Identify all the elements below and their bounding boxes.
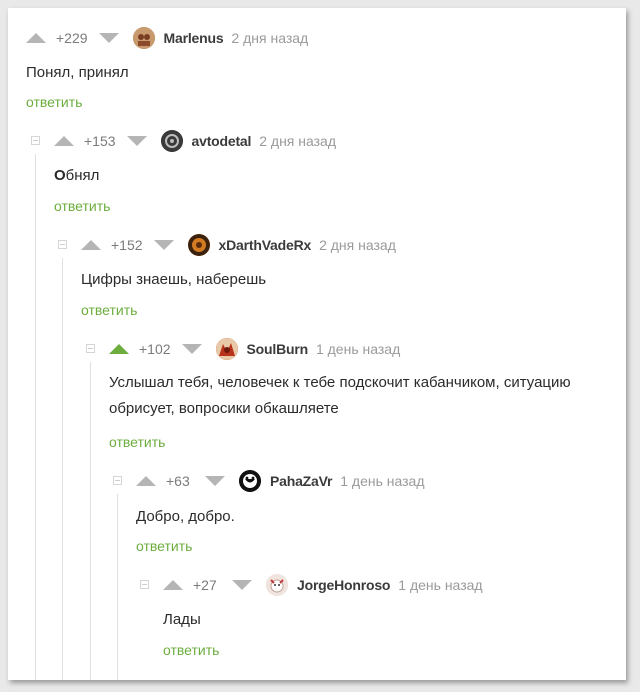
comment-header: +27 JorgeHonroso 1 день назад (163, 573, 483, 597)
downvote-icon[interactable] (205, 476, 225, 486)
upvote-icon[interactable] (26, 33, 46, 43)
avatar[interactable] (187, 234, 210, 256)
username[interactable]: JorgeHonroso (297, 577, 390, 593)
comment-text: Цифры знаешь, наберешь (81, 271, 267, 288)
avatar[interactable] (239, 470, 261, 492)
comment-text-bold: О (54, 167, 66, 184)
username[interactable]: avtodetal (192, 133, 252, 149)
avatar[interactable] (160, 130, 183, 152)
avatar[interactable] (215, 338, 238, 360)
comment-header: +229 Marlenus 2 дня назад (26, 26, 308, 50)
comment-text: Обнял (54, 163, 99, 189)
collapse-toggle[interactable] (113, 476, 122, 485)
comment-header: +152 xDarthVadeRx 2 дня назад (81, 233, 396, 257)
comment-header: +153 avtodetal 2 дня назад (54, 129, 336, 153)
comment-thread: +229 Marlenus 2 дня назад Понял, принял … (8, 8, 626, 680)
avatar[interactable] (266, 574, 288, 596)
avatar-image (266, 574, 288, 596)
comment-text: Услышал тебя, человечек к тебе подскочит… (109, 370, 619, 422)
comment-rating: +27 (193, 577, 217, 593)
comment-text: Лады (163, 611, 201, 628)
avatar-image (187, 234, 210, 256)
reply-link[interactable]: ответить (81, 302, 137, 318)
downvote-icon[interactable] (126, 136, 147, 146)
upvote-icon[interactable] (81, 240, 101, 250)
username[interactable]: SoulBurn (247, 341, 309, 357)
thread-line (62, 258, 63, 680)
comment-text: Понял, принял (26, 64, 129, 81)
comment-text-rest: бнял (65, 167, 100, 184)
avatar-image (160, 130, 183, 152)
upvote-icon[interactable] (136, 476, 156, 486)
comment-time[interactable]: 1 день назад (316, 341, 400, 357)
comment-rating: +153 (84, 133, 116, 149)
comment-rating: +229 (56, 30, 88, 46)
username[interactable]: Marlenus (164, 30, 224, 46)
comment-rating: +152 (111, 237, 143, 253)
upvote-icon[interactable] (54, 136, 74, 146)
reply-link[interactable]: ответить (109, 434, 165, 450)
username[interactable]: xDarthVadeRx (219, 237, 312, 253)
comment-rating: +102 (139, 341, 171, 357)
avatar-image (215, 338, 238, 360)
downvote-icon[interactable] (181, 344, 202, 354)
reply-link[interactable]: ответить (163, 642, 219, 658)
avatar-image (239, 470, 261, 492)
comment-text-line: Услышал тебя, человечек к тебе подскочит… (109, 374, 571, 391)
thread-line (90, 362, 91, 680)
collapse-toggle[interactable] (140, 580, 149, 589)
comment-time[interactable]: 2 дня назад (259, 133, 336, 149)
comment-text: Добро, добро. (136, 508, 235, 525)
reply-link[interactable]: ответить (54, 198, 110, 214)
downvote-icon[interactable] (232, 580, 252, 590)
comment-time[interactable]: 1 день назад (398, 577, 482, 593)
upvote-icon[interactable] (109, 344, 129, 354)
downvote-icon[interactable] (153, 240, 174, 250)
comment-time[interactable]: 1 день назад (340, 473, 424, 489)
comment-rating: +63 (166, 473, 190, 489)
reply-link[interactable]: ответить (26, 94, 82, 110)
thread-line (117, 494, 118, 680)
thread-line (35, 154, 36, 680)
avatar[interactable] (132, 27, 155, 49)
collapse-toggle[interactable] (31, 136, 40, 145)
comment-time[interactable]: 2 дня назад (231, 30, 308, 46)
comment-text-line: обрисует, вопросики обкашляете (109, 400, 339, 417)
avatar-image (132, 27, 155, 49)
username[interactable]: PahaZaVr (270, 473, 332, 489)
comment-header: +63 PahaZaVr 1 день назад (136, 469, 425, 493)
downvote-icon[interactable] (98, 33, 119, 43)
reply-link[interactable]: ответить (136, 538, 192, 554)
comment-time[interactable]: 2 дня назад (319, 237, 396, 253)
collapse-toggle[interactable] (86, 344, 95, 353)
upvote-icon[interactable] (163, 580, 183, 590)
collapse-toggle[interactable] (58, 240, 67, 249)
comment-header: +102 SoulBurn 1 день назад (109, 337, 400, 361)
